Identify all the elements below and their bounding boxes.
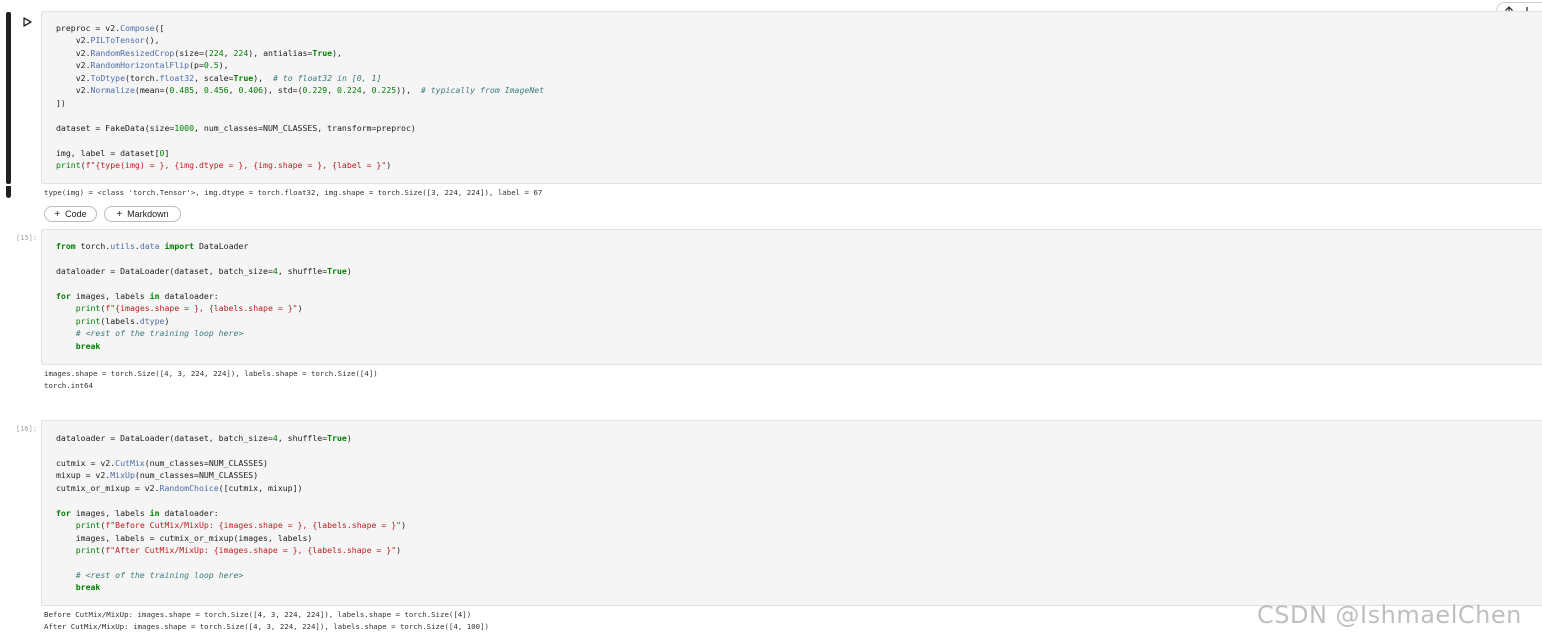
code-cell-2[interactable]: from torch.utils.data import DataLoader …: [41, 229, 1542, 365]
code-editor-2[interactable]: from torch.utils.data import DataLoader …: [56, 240, 352, 352]
code-line: print(f"{type(img) = }, {img.dtype = }, …: [56, 159, 392, 170]
code-editor-3[interactable]: dataloader = DataLoader(dataset, batch_s…: [56, 432, 406, 594]
plus-icon: +: [54, 208, 61, 220]
run-cell-button[interactable]: [20, 14, 34, 28]
code-editor-1[interactable]: preproc = v2.Compose([ v2.PILToTensor(),…: [56, 22, 544, 171]
code-line: # <rest of the training loop here>: [75, 569, 244, 580]
output-line: torch.int64: [44, 380, 93, 390]
output-line: Before CutMix/MixUp: images.shape = torc…: [44, 610, 472, 619]
active-cell-indicator-tail: [6, 186, 11, 198]
code-line: print(labels.dtype): [75, 315, 170, 326]
cell-output-3: Before CutMix/MixUp: images.shape = torc…: [44, 609, 489, 632]
code-line: dataloader = DataLoader(dataset, batch_s…: [56, 265, 352, 276]
code-line: dataset = FakeData(size=1000, num_classe…: [56, 122, 416, 133]
code-line: v2.RandomResizedCrop(size=(224, 224), an…: [56, 47, 342, 58]
watermark: CSDN @IshmaelChen: [1257, 601, 1522, 629]
add-markdown-label: Markdown: [127, 209, 169, 219]
code-line: print(f"Before CutMix/MixUp: {images.sha…: [75, 520, 407, 531]
code-line: cutmix_or_mixup = v2.RandomChoice([cutmi…: [56, 482, 303, 493]
code-line: v2.Normalize(mean=(0.485, 0.456, 0.406),…: [56, 85, 545, 96]
code-line: print(f"After CutMix/MixUp: {images.shap…: [75, 545, 402, 556]
cell-output-1: type(img) = <class 'torch.Tensor'>, img.…: [44, 188, 543, 197]
plus-icon: +: [116, 208, 123, 220]
add-code-label: Code: [65, 209, 87, 219]
code-line: mixup = v2.MixUp(num_classes=NUM_CLASSES…: [56, 470, 259, 481]
code-line: print(f"{images.shape = }, {labels.shape…: [75, 303, 303, 314]
code-line: preproc = v2.Compose([: [56, 23, 165, 33]
code-line: from torch.utils.data import DataLoader: [56, 241, 249, 251]
code-line: dataloader = DataLoader(dataset, batch_s…: [56, 433, 352, 443]
execution-count: [16]:: [16, 425, 38, 433]
code-line: for images, labels in dataloader:: [56, 507, 219, 518]
add-code-cell-button[interactable]: + Code: [44, 206, 97, 222]
code-line: break: [75, 340, 101, 351]
code-line: v2.ToDtype(torch.float32, scale=True), #…: [56, 72, 382, 83]
active-cell-indicator: [6, 12, 11, 184]
add-markdown-cell-button[interactable]: + Markdown: [104, 206, 181, 222]
code-line: images, labels = cutmix_or_mixup(images,…: [56, 532, 313, 543]
execution-count: [15]:: [16, 234, 38, 242]
cell-output-2: images.shape = torch.Size([4, 3, 224, 22…: [44, 368, 378, 391]
output-line: After CutMix/MixUp: images.shape = torch…: [44, 621, 489, 631]
code-line: v2.PILToTensor(),: [56, 35, 160, 46]
code-line: for images, labels in dataloader:: [56, 290, 219, 301]
play-icon: [23, 17, 32, 27]
code-cell-3[interactable]: dataloader = DataLoader(dataset, batch_s…: [41, 420, 1542, 606]
code-line: # <rest of the training loop here>: [75, 328, 244, 339]
code-cell-1[interactable]: preproc = v2.Compose([ v2.PILToTensor(),…: [41, 11, 1542, 184]
code-line: cutmix = v2.CutMix(num_classes=NUM_CLASS…: [56, 457, 268, 468]
code-line: break: [75, 582, 101, 593]
code-line: v2.RandomHorizontalFlip(p=0.5),: [56, 60, 229, 71]
output-line: images.shape = torch.Size([4, 3, 224, 22…: [44, 369, 378, 378]
code-line: img, label = dataset[0]: [56, 147, 170, 158]
code-line: ]): [56, 97, 66, 108]
